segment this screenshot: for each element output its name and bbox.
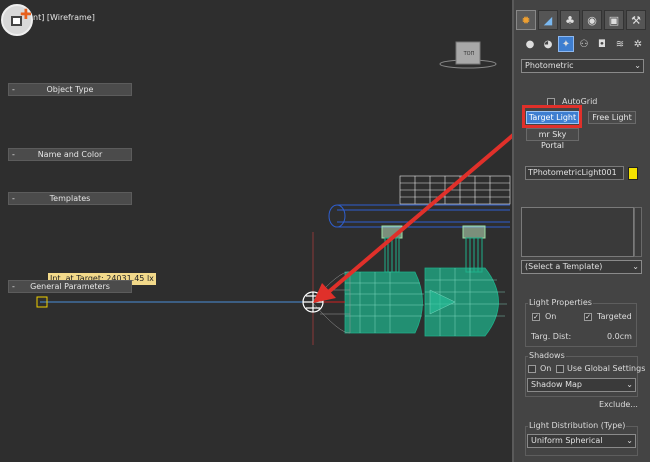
targeted-checkbox[interactable]: ✓ xyxy=(584,313,592,321)
teal-stems xyxy=(384,237,483,273)
command-tabs: ✹ ◢ ♣ ◉ ▣ ⚒ xyxy=(516,10,648,30)
light-type-dropdown[interactable]: Photometric ⌄ xyxy=(521,59,644,73)
shadows-on-label: On xyxy=(540,364,552,373)
target-distance-value: 0.0cm xyxy=(607,332,632,341)
modify-tab-icon[interactable]: ◢ xyxy=(538,10,558,30)
targeted-label: Targeted xyxy=(597,312,632,321)
utilities-tab-icon[interactable]: ⚒ xyxy=(626,10,646,30)
light-distribution-value: Uniform Spherical xyxy=(531,436,603,445)
app-logo[interactable]: ✚ xyxy=(1,4,33,36)
use-global-label: Use Global Settings xyxy=(567,364,646,373)
templates-listbox[interactable] xyxy=(521,207,634,257)
systems-icon[interactable]: ✲ xyxy=(630,36,646,52)
templates-rollout-header[interactable]: - Templates xyxy=(8,192,132,205)
lights-icon[interactable]: ✦ xyxy=(558,36,574,52)
shadow-type-value: Shadow Map xyxy=(531,380,582,389)
app-logo-plus-icon: ✚ xyxy=(20,7,32,23)
chevron-down-icon: ⌄ xyxy=(634,61,641,70)
scene-wireframe[interactable] xyxy=(0,0,512,462)
helpers-icon[interactable]: ◘ xyxy=(594,36,610,52)
object-type-title: Object Type xyxy=(46,85,94,94)
viewport[interactable]: ✚ nt] [Wireframe] ТОП Int. at Target: 24… xyxy=(0,0,512,462)
annotation-highlight-box xyxy=(522,105,582,128)
spacewarps-icon[interactable]: ≋ xyxy=(612,36,628,52)
light-type-value: Photometric xyxy=(525,61,574,70)
shadow-type-dropdown[interactable]: Shadow Map ⌄ xyxy=(527,378,636,392)
name-color-title: Name and Color xyxy=(37,150,103,159)
target-distance-label: Targ. Dist: xyxy=(531,332,572,341)
object-name-field[interactable]: TPhotometricLight001 xyxy=(525,166,624,180)
light-on-checkbox[interactable]: ✓ xyxy=(532,313,540,321)
geometry-icon[interactable]: ● xyxy=(522,36,538,52)
cameras-icon[interactable]: ⚇ xyxy=(576,36,592,52)
create-tab-icon[interactable]: ✹ xyxy=(516,10,536,30)
chevron-down-icon: ⌄ xyxy=(626,380,633,389)
collapse-icon: - xyxy=(12,194,15,203)
general-parameters-rollout-header[interactable]: - General Parameters xyxy=(8,280,132,293)
collapse-icon: - xyxy=(12,85,15,94)
general-parameters-title: General Parameters xyxy=(30,282,110,291)
free-light-button[interactable]: Free Light xyxy=(588,111,636,124)
hierarchy-tab-icon[interactable]: ♣ xyxy=(560,10,580,30)
shadows-on-checkbox[interactable] xyxy=(528,365,536,373)
template-select-dropdown[interactable]: (Select a Template) ⌄ xyxy=(521,260,642,274)
create-categories: ● ◕ ✦ ⚇ ◘ ≋ ✲ xyxy=(522,36,648,54)
name-color-rollout-header[interactable]: - Name and Color xyxy=(8,148,132,161)
teal-fixtures xyxy=(344,267,499,337)
light-distribution-label: Light Distribution (Type) xyxy=(528,421,627,430)
chevron-down-icon: ⌄ xyxy=(632,262,639,271)
mr-sky-portal-button[interactable]: mr Sky Portal xyxy=(526,128,579,150)
exclude-button[interactable]: Exclude... xyxy=(599,400,638,409)
wire-grid xyxy=(399,175,511,205)
viewport-label[interactable]: nt] [Wireframe] xyxy=(33,13,95,22)
shapes-icon[interactable]: ◕ xyxy=(540,36,556,52)
templates-scrollbar[interactable] xyxy=(634,207,642,257)
light-on-label: On xyxy=(545,312,557,321)
object-color-swatch[interactable] xyxy=(628,167,638,180)
view-cube-label[interactable]: ТОП xyxy=(456,44,482,64)
object-type-rollout-header[interactable]: - Object Type xyxy=(8,83,132,96)
collapse-icon: - xyxy=(12,282,15,291)
shadows-label: Shadows xyxy=(528,351,566,360)
template-select-value: (Select a Template) xyxy=(525,262,603,271)
motion-tab-icon[interactable]: ◉ xyxy=(582,10,602,30)
display-tab-icon[interactable]: ▣ xyxy=(604,10,624,30)
templates-title: Templates xyxy=(49,194,91,203)
use-global-checkbox[interactable] xyxy=(556,365,564,373)
collapse-icon: - xyxy=(12,150,15,159)
chevron-down-icon: ⌄ xyxy=(626,436,633,445)
light-properties-label: Light Properties xyxy=(528,298,593,307)
light-distribution-dropdown[interactable]: Uniform Spherical ⌄ xyxy=(527,434,636,448)
